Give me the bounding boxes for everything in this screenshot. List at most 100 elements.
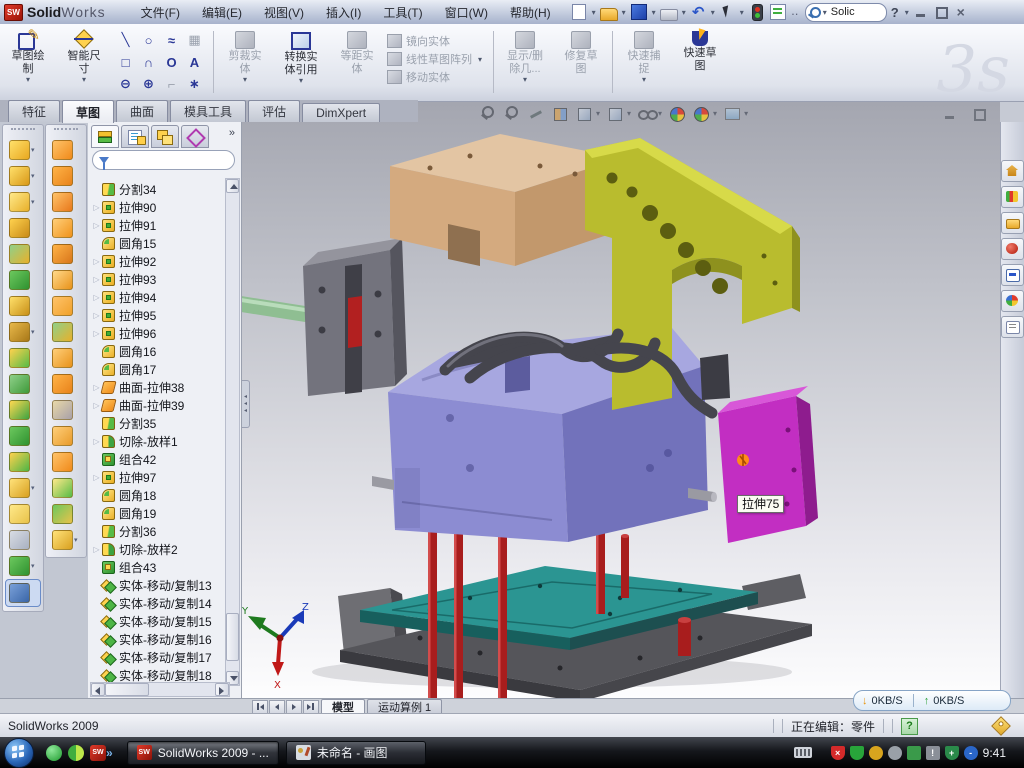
split-button[interactable] xyxy=(3,397,43,423)
convert-entities-button[interactable]: 转换实 体引用 ▾ xyxy=(273,27,329,85)
tree-item[interactable]: 圆角17 xyxy=(91,360,227,378)
draft-button[interactable] xyxy=(3,267,43,293)
hole-wizard-button[interactable] xyxy=(3,293,43,319)
toolbar-grip[interactable] xyxy=(11,128,35,134)
dropdown-caret-icon[interactable]: ▾ xyxy=(31,198,37,206)
menu-insert[interactable]: 插入(I) xyxy=(317,2,370,23)
help-button[interactable]: ? xyxy=(887,5,903,20)
scroll-left-button[interactable] xyxy=(91,683,105,696)
tab-nav-previous-button[interactable] xyxy=(269,700,285,714)
undo-icon[interactable]: ↶ xyxy=(690,4,707,21)
dropdown-caret-icon[interactable]: ▾ xyxy=(74,536,80,544)
dropdown-caret-icon[interactable]: ▾ xyxy=(31,328,37,336)
toolbar-grip[interactable] xyxy=(54,128,78,134)
graphics-viewport[interactable]: X Y Z ▾▾▾▾▾ × 拉伸75 xyxy=(242,102,1000,698)
close-button[interactable]: × xyxy=(954,6,968,18)
expand-arrow-icon[interactable]: ▷ xyxy=(91,473,102,482)
panel-expand-button[interactable]: » xyxy=(229,127,235,139)
tree-item[interactable]: 分割34 xyxy=(91,180,227,198)
ellipse-tool[interactable]: O xyxy=(160,51,183,73)
mid-surface-button[interactable] xyxy=(46,449,86,475)
extruded-cut-button[interactable]: ▾ xyxy=(3,163,43,189)
mirror-entities-button[interactable]: 镜向实体 xyxy=(387,33,484,49)
tab-曲面[interactable]: 曲面 xyxy=(116,100,168,122)
move-copy-body-button[interactable] xyxy=(3,449,43,475)
defender-shield-tray-icon[interactable]: + xyxy=(945,746,959,760)
reference-geometry-button[interactable]: ▾ xyxy=(3,475,43,501)
expand-arrow-icon[interactable]: ▷ xyxy=(91,545,102,554)
scroll-right-button[interactable] xyxy=(215,683,229,696)
start-button[interactable] xyxy=(4,738,34,768)
tree-item[interactable]: ▷拉伸96 xyxy=(91,324,227,342)
panel-splitter-handle[interactable]: ◂◂◂ xyxy=(242,380,250,428)
search-dropdown-caret-icon[interactable]: ▾ xyxy=(823,8,827,17)
expand-arrow-icon[interactable]: ▷ xyxy=(91,311,102,320)
tree-item[interactable]: ▷曲面-拉伸39 xyxy=(91,396,227,414)
security-shield-tray-icon[interactable] xyxy=(850,746,864,760)
menu-file[interactable]: 文件(F) xyxy=(132,2,189,23)
hide-show-items-icon[interactable] xyxy=(638,105,655,122)
magnified-selection-icon[interactable] xyxy=(528,105,545,122)
expand-arrow-icon[interactable]: ▷ xyxy=(91,257,102,266)
tree-item[interactable]: ▷拉伸95 xyxy=(91,306,227,324)
taskbar-button-solidworks[interactable]: SWSolidWorks 2009 - ... xyxy=(127,741,279,765)
expand-arrow-icon[interactable]: ▷ xyxy=(91,203,102,212)
toolbar-overflow-icon[interactable]: ‥ xyxy=(789,4,801,21)
search-results-button[interactable] xyxy=(1001,238,1024,260)
tree-item[interactable]: ▷曲面-拉伸38 xyxy=(91,378,227,396)
new-document-icon[interactable] xyxy=(572,4,586,20)
dropdown-caret-icon[interactable]: ▾ xyxy=(652,8,656,17)
tab-nav-first-button[interactable] xyxy=(252,700,268,714)
shell-button[interactable] xyxy=(3,241,43,267)
model-canvas[interactable]: X Y Z xyxy=(242,102,1000,698)
sketch-button[interactable]: 草图绘 制 ▾ xyxy=(0,27,56,84)
appearances-scenes-button[interactable] xyxy=(1001,290,1024,312)
quick-snaps-button[interactable]: 快速捕 捉 ▾ xyxy=(616,27,672,84)
apply-scene-icon[interactable] xyxy=(693,105,710,122)
scroll-up-button[interactable] xyxy=(226,179,239,193)
tree-item[interactable]: 组合43 xyxy=(91,558,227,576)
tree-item[interactable]: ▷切除-放样1 xyxy=(91,432,227,450)
reference-star-button[interactable]: ▾ xyxy=(46,527,86,553)
tab-nav-next-button[interactable] xyxy=(286,700,302,714)
menu-window[interactable]: 窗口(W) xyxy=(436,2,497,23)
tag-icon[interactable] xyxy=(991,716,1011,736)
media-quick-launch-icon[interactable] xyxy=(68,745,84,761)
revolved-surface-button[interactable] xyxy=(46,163,86,189)
file-explorer-button[interactable] xyxy=(1001,212,1024,234)
tab-特征[interactable]: 特征 xyxy=(8,100,60,122)
display-style-icon[interactable] xyxy=(607,105,624,122)
spline-tool[interactable]: ≈ xyxy=(160,29,183,51)
sync-blocked-tray-icon[interactable]: - xyxy=(964,746,978,760)
fillet-surface-button[interactable] xyxy=(46,475,86,501)
dropdown-caret-icon[interactable]: ▾ xyxy=(596,109,600,118)
tree-item[interactable]: 圆角16 xyxy=(91,342,227,360)
freeform-button[interactable] xyxy=(46,267,86,293)
tree-item[interactable]: 实体-移动/复制16 xyxy=(91,630,227,648)
menu-tools[interactable]: 工具(T) xyxy=(374,2,431,23)
dropdown-caret-icon[interactable]: ▾ xyxy=(658,109,662,118)
zoom-fit-icon[interactable] xyxy=(480,105,497,122)
sketch-caret-icon[interactable]: ▾ xyxy=(26,75,30,84)
selection-grid-tool[interactable]: ▦ xyxy=(183,29,206,51)
tab-nav-last-button[interactable] xyxy=(303,700,319,714)
tree-vertical-scrollbar[interactable] xyxy=(225,178,240,686)
select-icon[interactable] xyxy=(719,5,736,22)
tree-item[interactable]: ▷拉伸91 xyxy=(91,216,227,234)
tree-item[interactable]: ▷拉伸97 xyxy=(91,468,227,486)
replace-face-button[interactable] xyxy=(46,423,86,449)
edit-appearance-icon[interactable] xyxy=(669,105,686,122)
part-clamp-block[interactable] xyxy=(242,238,407,396)
expand-arrow-icon[interactable]: ▷ xyxy=(91,437,102,446)
tree-item[interactable]: 圆角19 xyxy=(91,504,227,522)
doc-minimize-button[interactable] xyxy=(943,108,957,120)
scroll-thumb[interactable] xyxy=(226,613,239,661)
doc-restore-button[interactable] xyxy=(972,108,986,120)
planar-surface-button[interactable] xyxy=(46,293,86,319)
dropdown-caret-icon[interactable]: ▾ xyxy=(682,8,686,17)
tab-模型[interactable]: 模型 xyxy=(321,699,365,714)
tree-item[interactable]: ▷拉伸90 xyxy=(91,198,227,216)
tree-item[interactable]: 实体-移动/复制13 xyxy=(91,576,227,594)
design-library-button[interactable] xyxy=(1001,186,1024,208)
taskbar-button-paint[interactable]: 未命名 - 画图 xyxy=(286,741,426,765)
